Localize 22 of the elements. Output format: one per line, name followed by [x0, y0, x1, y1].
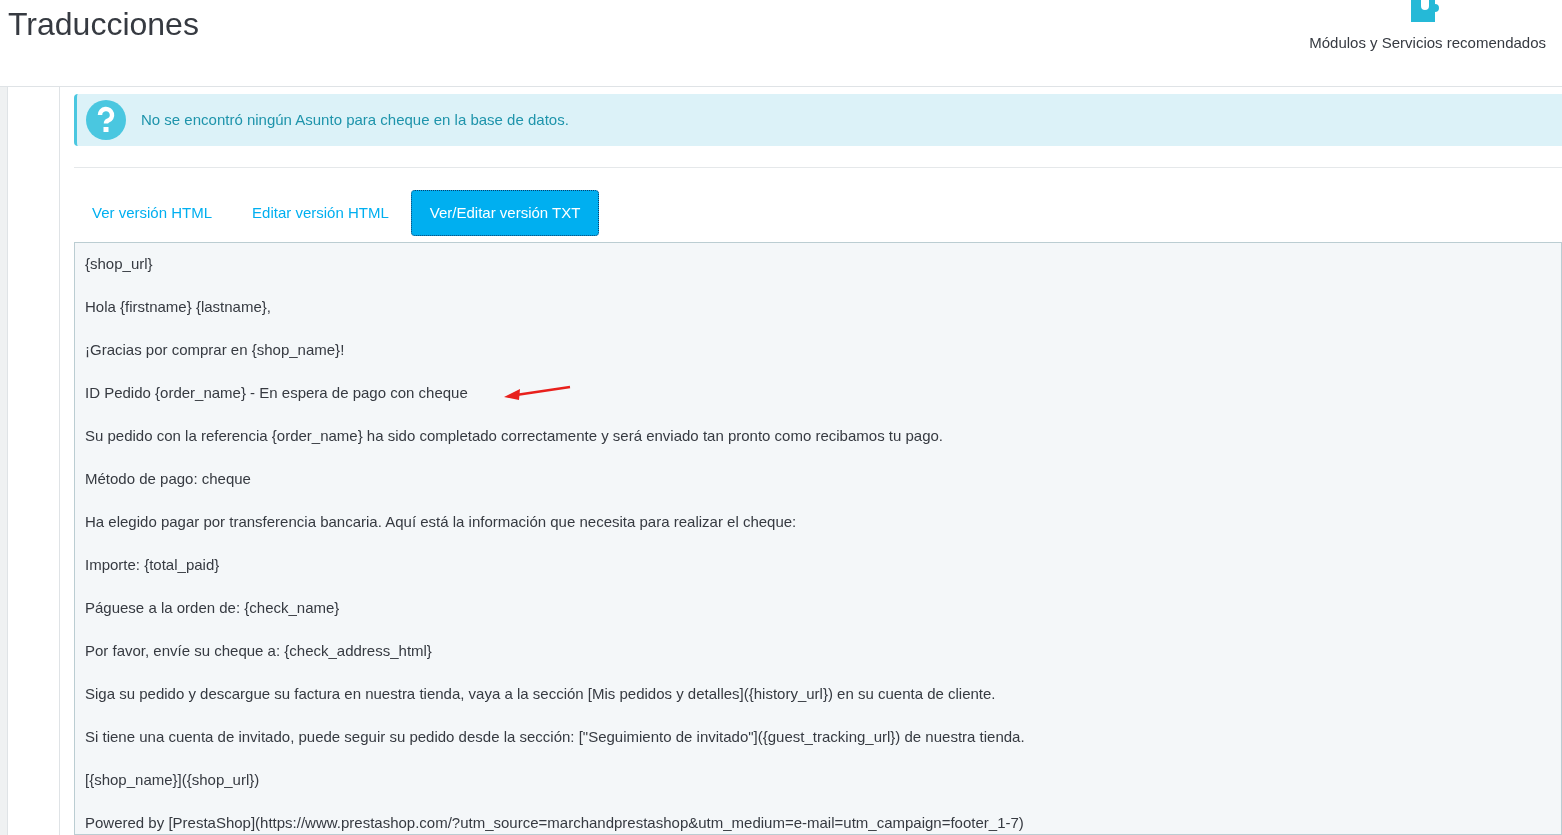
text-line: Powered by [PrestaShop](https://www.prestashop.com/?utm_source=marchandprestashop&utm_medium=e-mail=utm_campaign=footer_1-7): [85, 813, 1024, 833]
help-icon: [86, 100, 126, 140]
text-line: [{shop_name}]({shop_url}): [85, 770, 260, 790]
page-title: Traducciones: [7, 5, 199, 44]
editor-tab[interactable]: Editar versión HTML: [234, 190, 407, 236]
alert-message: No se encontró ningún Asunto para cheque en la base de datos.: [141, 109, 569, 130]
text-line: Si tiene una cuenta de invitado, puede seguir su pedido desde la sección: ["Seguimiento de invitado"]({guest_tracking_url}) de nuestra tienda.: [85, 727, 1025, 747]
text-line: {shop_url}: [85, 254, 153, 274]
recommended-modules-button[interactable]: Módulos y Servicios recomendados: [1309, 0, 1562, 86]
text-line: ¡Gracias por comprar en {shop_name}!: [85, 340, 345, 360]
text-line: Por favor, envíe su cheque a: {check_address_html}: [85, 641, 432, 661]
text-line: Importe: {total_paid}: [85, 555, 220, 575]
text-line: Hola {firstname} {lastname},: [85, 297, 271, 317]
text-line: Siga su pedido y descargue su factura en nuestra tienda, vaya a la sección [Mis pedidos y detalles]({history_url}) en su cuenta de cliente.: [85, 684, 996, 704]
text-line: Páguese a la orden de: {check_name}: [85, 598, 340, 618]
text-editor[interactable]: [74, 242, 1562, 835]
editor-tab[interactable]: Ver/Editar versión TXT: [410, 190, 600, 236]
text-line: Ha elegido pagar por transferencia bancaria. Aquí está la información que necesita para realizar el cheque:: [85, 512, 797, 532]
text-line: ID Pedido {order_name} - En espera de pago con cheque: [85, 383, 468, 403]
text-line: Método de pago: cheque: [85, 469, 251, 489]
editor-tab[interactable]: Ver versión HTML: [74, 190, 231, 236]
text-line: Su pedido con la referencia {order_name} ha sido completado correctamente y será enviado tan pronto como recibamos tu pago.: [85, 426, 944, 446]
